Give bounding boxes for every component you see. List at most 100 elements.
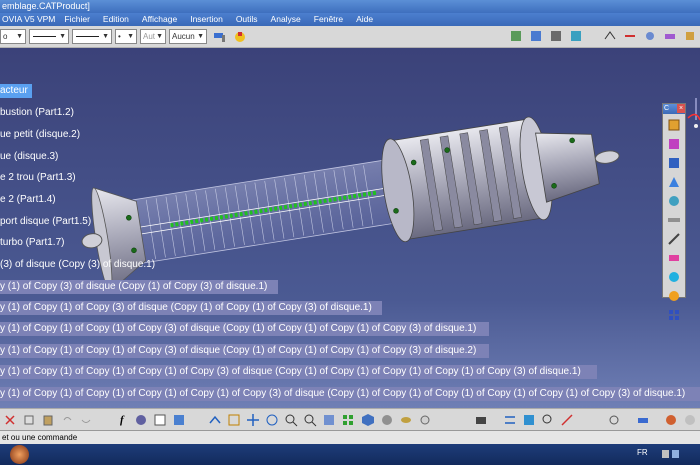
menu-analyse[interactable]: Analyse: [266, 13, 309, 26]
knowledge-icon[interactable]: [133, 412, 148, 428]
tree-node[interactable]: turbo (Part1.7): [0, 236, 70, 250]
shading-icon[interactable]: [379, 412, 394, 428]
compass-tool-icon[interactable]: [642, 28, 658, 44]
manipulate-icon[interactable]: [666, 174, 682, 190]
menu-bar: OVIA V5 VPM Fichier Edition Affichage In…: [0, 13, 700, 26]
catalog-icon[interactable]: [528, 28, 544, 44]
camera-icon[interactable]: [474, 412, 489, 428]
toolbar-header: C ×: [663, 104, 685, 114]
properties-icon[interactable]: [682, 28, 698, 44]
tree-node[interactable]: acteur: [0, 84, 32, 98]
tree-node[interactable]: e 2 (Part1.4): [0, 193, 62, 207]
analysis-icon[interactable]: [662, 28, 678, 44]
tree-node[interactable]: y (1) of Copy (1) of Copy (1) of Copy (3…: [0, 322, 489, 336]
menu-affichage[interactable]: Affichage: [137, 13, 185, 26]
iso-view-icon[interactable]: [360, 412, 375, 428]
render-icon[interactable]: [683, 412, 698, 428]
tree-node[interactable]: y (1) of Copy (1) of Copy (1) of Copy (1…: [0, 387, 700, 401]
tree-node[interactable]: ue petit (disque.2): [0, 128, 86, 142]
table-icon[interactable]: [152, 412, 167, 428]
snap-tool-icon[interactable]: [666, 193, 682, 209]
status-message: et ou une commande: [2, 433, 78, 442]
material-icon[interactable]: [664, 412, 679, 428]
paste-icon[interactable]: [40, 412, 55, 428]
point-combo-value: •: [118, 32, 121, 41]
product-icon[interactable]: [568, 28, 584, 44]
offset-icon[interactable]: [666, 288, 682, 304]
coincidence-icon[interactable]: [666, 250, 682, 266]
lineweight-combo[interactable]: ▼: [72, 29, 112, 44]
replace-component-icon[interactable]: [666, 155, 682, 171]
exhaust-cone[interactable]: [535, 124, 601, 203]
view-toolbar: [506, 28, 700, 44]
transparency-combo-value: Aut: [143, 32, 156, 41]
normal-view-icon[interactable]: [322, 412, 337, 428]
rear-cap[interactable]: [594, 149, 620, 165]
tree-node[interactable]: ue (disque.3): [0, 150, 64, 164]
transparency-combo[interactable]: Aut ▼: [140, 29, 166, 44]
color-combo-value: o: [3, 32, 8, 41]
save-icon[interactable]: [548, 28, 564, 44]
multi-view-icon[interactable]: [341, 412, 356, 428]
tree-node[interactable]: y (1) of Copy (1) of Copy (3) of disque …: [0, 301, 382, 315]
tree-node[interactable]: y (1) of Copy (3) of disque (Copy (1) of…: [0, 280, 278, 294]
zoom-in-icon[interactable]: [284, 412, 299, 428]
copy-icon[interactable]: [21, 412, 36, 428]
redo-icon[interactable]: [78, 412, 93, 428]
formula-icon[interactable]: f: [114, 412, 129, 428]
boolean-icon[interactable]: [521, 412, 536, 428]
measure-icon[interactable]: [622, 28, 638, 44]
menu-edition[interactable]: Edition: [98, 13, 137, 26]
menu-insertion[interactable]: Insertion: [185, 13, 231, 26]
assembly-workbench-toolbar[interactable]: C ×: [662, 103, 686, 320]
catalog-browser-icon[interactable]: [171, 412, 186, 428]
undo-icon[interactable]: [59, 412, 74, 428]
menu-fichier[interactable]: Fichier: [59, 13, 98, 26]
eraser-icon[interactable]: [635, 412, 650, 428]
new-component-icon[interactable]: [666, 117, 682, 133]
status-bar: et ou une commande: [0, 430, 700, 444]
tree-node[interactable]: y (1) of Copy (1) of Copy (1) of Copy (3…: [0, 344, 489, 358]
constraint-icon[interactable]: [666, 231, 682, 247]
tray-icons[interactable]: [660, 448, 688, 460]
menu-outils[interactable]: Outils: [231, 13, 266, 26]
tree-node[interactable]: y (1) of Copy (1) of Copy (1) of Copy (1…: [0, 365, 597, 379]
rotate-icon[interactable]: [265, 412, 280, 428]
linetype-combo[interactable]: ▼: [29, 29, 69, 44]
language-indicator[interactable]: FR: [637, 448, 648, 457]
3d-viewport[interactable]: acteur bustion (Part1.2) ue petit (disque.…: [0, 48, 700, 408]
magnifier-icon[interactable]: [540, 412, 555, 428]
swap-space-icon[interactable]: [417, 412, 432, 428]
clash-icon[interactable]: [560, 412, 575, 428]
fit-all-icon[interactable]: [227, 412, 242, 428]
layer-combo-value: Aucun: [172, 32, 195, 41]
color-combo[interactable]: o ▼: [0, 29, 26, 44]
cut-icon[interactable]: [2, 412, 17, 428]
tree-node[interactable]: port disque (Part1.5): [0, 215, 97, 229]
hide-show-icon[interactable]: [398, 412, 413, 428]
pattern-icon[interactable]: [666, 307, 682, 323]
existing-component-icon[interactable]: [666, 136, 682, 152]
split-icon[interactable]: [502, 412, 517, 428]
fly-mode-icon[interactable]: [207, 412, 222, 428]
layer-combo[interactable]: Aucun ▼: [169, 29, 207, 44]
contact-icon[interactable]: [666, 269, 682, 285]
painter-icon[interactable]: [212, 29, 228, 45]
start-button-icon[interactable]: [10, 445, 29, 464]
refresh-icon[interactable]: [607, 412, 622, 428]
snap-icon[interactable]: [602, 28, 618, 44]
update-icon[interactable]: [508, 28, 524, 44]
tree-node[interactable]: bustion (Part1.2): [0, 106, 80, 120]
pan-icon[interactable]: [246, 412, 261, 428]
tree-node[interactable]: (3) of disque (Copy (3) of disque.1): [0, 258, 161, 272]
menu-aide[interactable]: Aide: [351, 13, 381, 26]
app-name: OVIA V5 VPM: [2, 14, 56, 24]
toolbar-title: C: [664, 105, 670, 112]
zoom-out-icon[interactable]: [303, 412, 318, 428]
explode-icon[interactable]: [666, 212, 682, 228]
format-painter-icon[interactable]: [232, 29, 248, 45]
close-icon[interactable]: ×: [677, 104, 685, 113]
menu-fenetre[interactable]: Fenêtre: [309, 13, 351, 26]
point-combo[interactable]: • ▼: [115, 29, 137, 44]
tree-node[interactable]: e 2 trou (Part1.3): [0, 171, 82, 185]
